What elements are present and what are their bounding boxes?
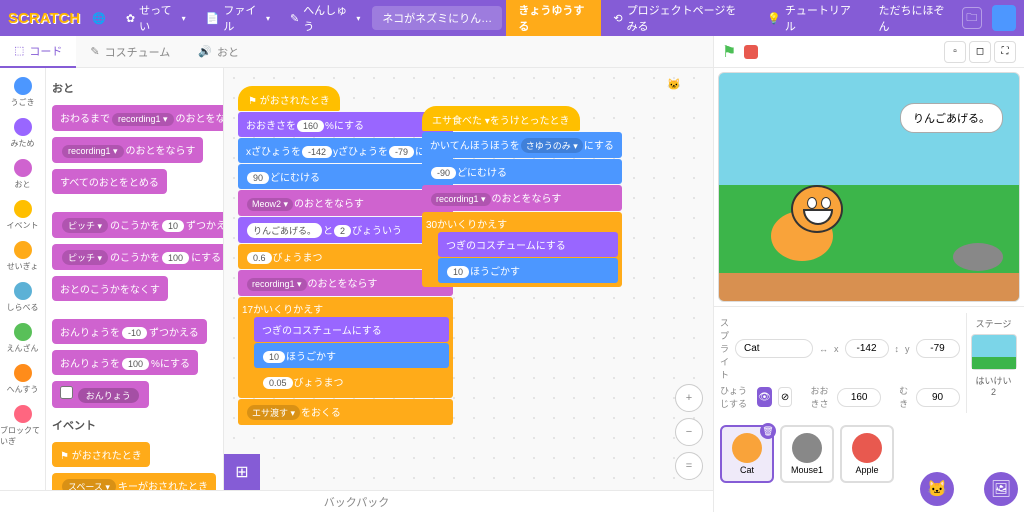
tab-sounds[interactable]: 🔊 おと bbox=[184, 37, 253, 67]
stage-mouse-sprite[interactable] bbox=[953, 243, 1003, 271]
sprite-info-panel: スプライト ↔x ↕y ひょうじする 👁 ⊘ おおきさ むき bbox=[714, 306, 1024, 419]
script-stack-1[interactable]: ⚑ がおされたとき おおきさを160%にする xざひょうを-142yざひょうを-… bbox=[238, 86, 453, 425]
my-stuff-icon[interactable]: 🗀 bbox=[962, 7, 982, 29]
sprite-hide-button[interactable]: ⊘ bbox=[778, 387, 793, 407]
block-play-recording-2[interactable]: recording1 ▾のおとをならす bbox=[422, 185, 622, 211]
block-goto-xy[interactable]: xざひょうを-142yざひょうを-79にする bbox=[238, 138, 453, 163]
fullscreen-button[interactable]: ⛶ bbox=[994, 41, 1016, 63]
sprite-item-apple[interactable]: Apple bbox=[840, 425, 894, 483]
block-wait-2[interactable]: 0.05びょうまつ bbox=[254, 369, 449, 394]
block-repeat-2[interactable]: 30かいくりかえす つぎのコスチュームにする 10ほうごかす bbox=[422, 212, 622, 287]
scratch-logo[interactable]: SCRATCH bbox=[8, 10, 80, 27]
cat-sensing[interactable]: しらべる bbox=[0, 277, 45, 318]
block-when-flag[interactable]: ⚑ がおされたとき bbox=[52, 442, 150, 467]
block-next-costume-1[interactable]: つぎのコスチュームにする bbox=[254, 317, 449, 342]
edit-menu[interactable]: ✎ へんしゅう ▾ bbox=[282, 0, 368, 39]
sprite-thumbnail-icon: 🐱 bbox=[667, 78, 703, 114]
block-repeat-1[interactable]: 17かいくりかえす つぎのコスチュームにする 10ほうごかす 0.05びょうまつ bbox=[238, 297, 453, 398]
stage-header: ⚑ ▫ ◻ ⛶ bbox=[714, 36, 1024, 68]
block-change-effect[interactable]: ピッチ ▾のこうかを10ずつかえ bbox=[52, 212, 224, 238]
block-wait-1[interactable]: 0.6びょうまつ bbox=[238, 244, 453, 269]
tutorials-button[interactable]: 💡 チュートリアル bbox=[759, 0, 862, 39]
stage-small-button[interactable]: ▫ bbox=[944, 41, 966, 63]
stage-canvas[interactable]: りんごあげる。 bbox=[718, 72, 1020, 302]
block-palette: おと おわるまでrecording1 ▾のおとをならす recording1 ▾… bbox=[46, 68, 224, 490]
block-point-direction-2[interactable]: -90どにむける bbox=[422, 159, 622, 184]
tab-code[interactable]: ⬚ コード bbox=[0, 36, 76, 68]
scripts-workspace[interactable]: 🐱 ⚑ がおされたとき おおきさを160%にする xざひょうを-142yざひょう… bbox=[224, 68, 713, 490]
block-move-2[interactable]: 10ほうごかす bbox=[438, 258, 618, 283]
block-point-direction[interactable]: 90どにむける bbox=[238, 164, 453, 189]
settings-menu[interactable]: ✿ せってい ▾ bbox=[118, 0, 194, 39]
cat-operators[interactable]: えんざん bbox=[0, 318, 45, 359]
workspace-zoom-controls: + − = bbox=[675, 384, 703, 480]
block-set-effect[interactable]: ピッチ ▾のこうかを100にする bbox=[52, 244, 224, 270]
save-status[interactable]: ただちにほぞん bbox=[871, 0, 958, 39]
add-backdrop-button[interactable]: 🖼 bbox=[984, 472, 1018, 506]
sprite-size-input[interactable] bbox=[837, 388, 881, 407]
stage-cat-sprite[interactable] bbox=[753, 177, 863, 273]
sprite-item-cat[interactable]: 🗑 Cat bbox=[720, 425, 774, 483]
cat-looks[interactable]: みため bbox=[0, 113, 45, 154]
volume-monitor-checkbox[interactable] bbox=[60, 386, 73, 399]
stage-selector[interactable]: ステージ はいけい 2 bbox=[966, 313, 1021, 413]
cat-control[interactable]: せいぎょ bbox=[0, 236, 45, 277]
block-set-size[interactable]: おおきさを160%にする bbox=[238, 112, 453, 137]
cat-motion[interactable]: うごき bbox=[0, 72, 45, 113]
cat-variables[interactable]: へんすう bbox=[0, 359, 45, 400]
stage-large-button[interactable]: ◻ bbox=[969, 41, 991, 63]
block-play-sound[interactable]: recording1 ▾のおとをならす bbox=[52, 137, 203, 163]
block-broadcast[interactable]: エサ渡す ▾をおくる bbox=[238, 399, 453, 425]
sprite-direction-input[interactable] bbox=[916, 388, 960, 407]
delete-sprite-button[interactable]: 🗑 bbox=[760, 423, 776, 439]
sprite-list: 🗑 Cat Mouse1 Apple 🐱 🖼 bbox=[714, 419, 1024, 512]
stop-button[interactable] bbox=[744, 45, 758, 59]
palette-header-events: イベント bbox=[52, 417, 217, 433]
script-stack-2[interactable]: エサ食べた ▾をうけとったとき かいてんほうほうをさゆうのみ ▾にする -90ど… bbox=[422, 106, 622, 287]
hat-when-receive[interactable]: エサ食べた ▾をうけとったとき bbox=[422, 106, 580, 131]
zoom-out-button[interactable]: − bbox=[675, 418, 703, 446]
block-next-costume-2[interactable]: つぎのコスチュームにする bbox=[438, 232, 618, 257]
zoom-reset-button[interactable]: = bbox=[675, 452, 703, 480]
file-menu[interactable]: 📄 ファイル ▾ bbox=[198, 0, 278, 39]
block-when-key[interactable]: スペース ▾キーがおされたとき bbox=[52, 473, 216, 490]
cat-sound[interactable]: おと bbox=[0, 154, 45, 195]
sprite-name-input[interactable] bbox=[735, 339, 813, 358]
sprite-show-button[interactable]: 👁 bbox=[757, 387, 772, 407]
block-play-meow[interactable]: Meow2 ▾のおとをならす bbox=[238, 190, 453, 216]
hat-when-flag[interactable]: ⚑ がおされたとき bbox=[238, 86, 340, 111]
block-volume-reporter[interactable]: おんりょう bbox=[52, 381, 149, 408]
project-title-input[interactable]: ネコがネズミにりんごをあ… bbox=[372, 6, 502, 30]
cat-events[interactable]: イベント bbox=[0, 195, 45, 236]
add-extension-button[interactable]: ⊞ bbox=[224, 454, 260, 490]
user-avatar[interactable] bbox=[992, 5, 1016, 31]
tab-costumes[interactable]: ✎ コスチューム bbox=[76, 37, 184, 67]
backpack-header[interactable]: バックパック bbox=[0, 490, 713, 512]
block-categories: うごき みため おと イベント せいぎょ しらべる えんざん へんすう ブロック… bbox=[0, 68, 46, 490]
editor-tabs: ⬚ コード ✎ コスチューム 🔊 おと bbox=[0, 36, 713, 68]
cat-myblocks[interactable]: ブロックていぎ bbox=[0, 400, 45, 452]
add-sprite-button[interactable]: 🐱 bbox=[920, 472, 954, 506]
block-move-1[interactable]: 10ほうごかす bbox=[254, 343, 449, 368]
green-flag-button[interactable]: ⚑ bbox=[722, 42, 736, 62]
project-page-link[interactable]: ⟲ プロジェクトページをみる bbox=[605, 0, 755, 39]
block-play-recording[interactable]: recording1 ▾のおとをならす bbox=[238, 270, 453, 296]
zoom-in-button[interactable]: + bbox=[675, 384, 703, 412]
block-play-until-done[interactable]: おわるまでrecording1 ▾のおとをならす bbox=[52, 105, 224, 131]
block-stop-all-sounds[interactable]: すべてのおとをとめる bbox=[52, 169, 167, 194]
block-set-volume[interactable]: おんりょうを100%にする bbox=[52, 350, 198, 375]
stage-thumbnail[interactable] bbox=[971, 334, 1017, 370]
sprite-x-input[interactable] bbox=[845, 339, 889, 358]
speech-bubble: りんごあげる。 bbox=[900, 103, 1003, 133]
block-change-volume[interactable]: おんりょうを-10ずつかえる bbox=[52, 319, 207, 344]
block-rotation-style[interactable]: かいてんほうほうをさゆうのみ ▾にする bbox=[422, 132, 622, 158]
block-say-secs[interactable]: りんごあげる。と2びょういう bbox=[238, 217, 453, 243]
sprite-y-input[interactable] bbox=[916, 339, 960, 358]
block-clear-effects[interactable]: おとのこうかをなくす bbox=[52, 276, 168, 301]
top-menu-bar: SCRATCH 🌐 ✿ せってい ▾ 📄 ファイル ▾ ✎ へんしゅう ▾ ネコ… bbox=[0, 0, 1024, 36]
share-button[interactable]: きょうゆうする bbox=[506, 0, 601, 40]
globe-icon[interactable]: 🌐 bbox=[84, 7, 114, 30]
sprite-item-mouse[interactable]: Mouse1 bbox=[780, 425, 834, 483]
palette-header-sound: おと bbox=[52, 80, 217, 96]
